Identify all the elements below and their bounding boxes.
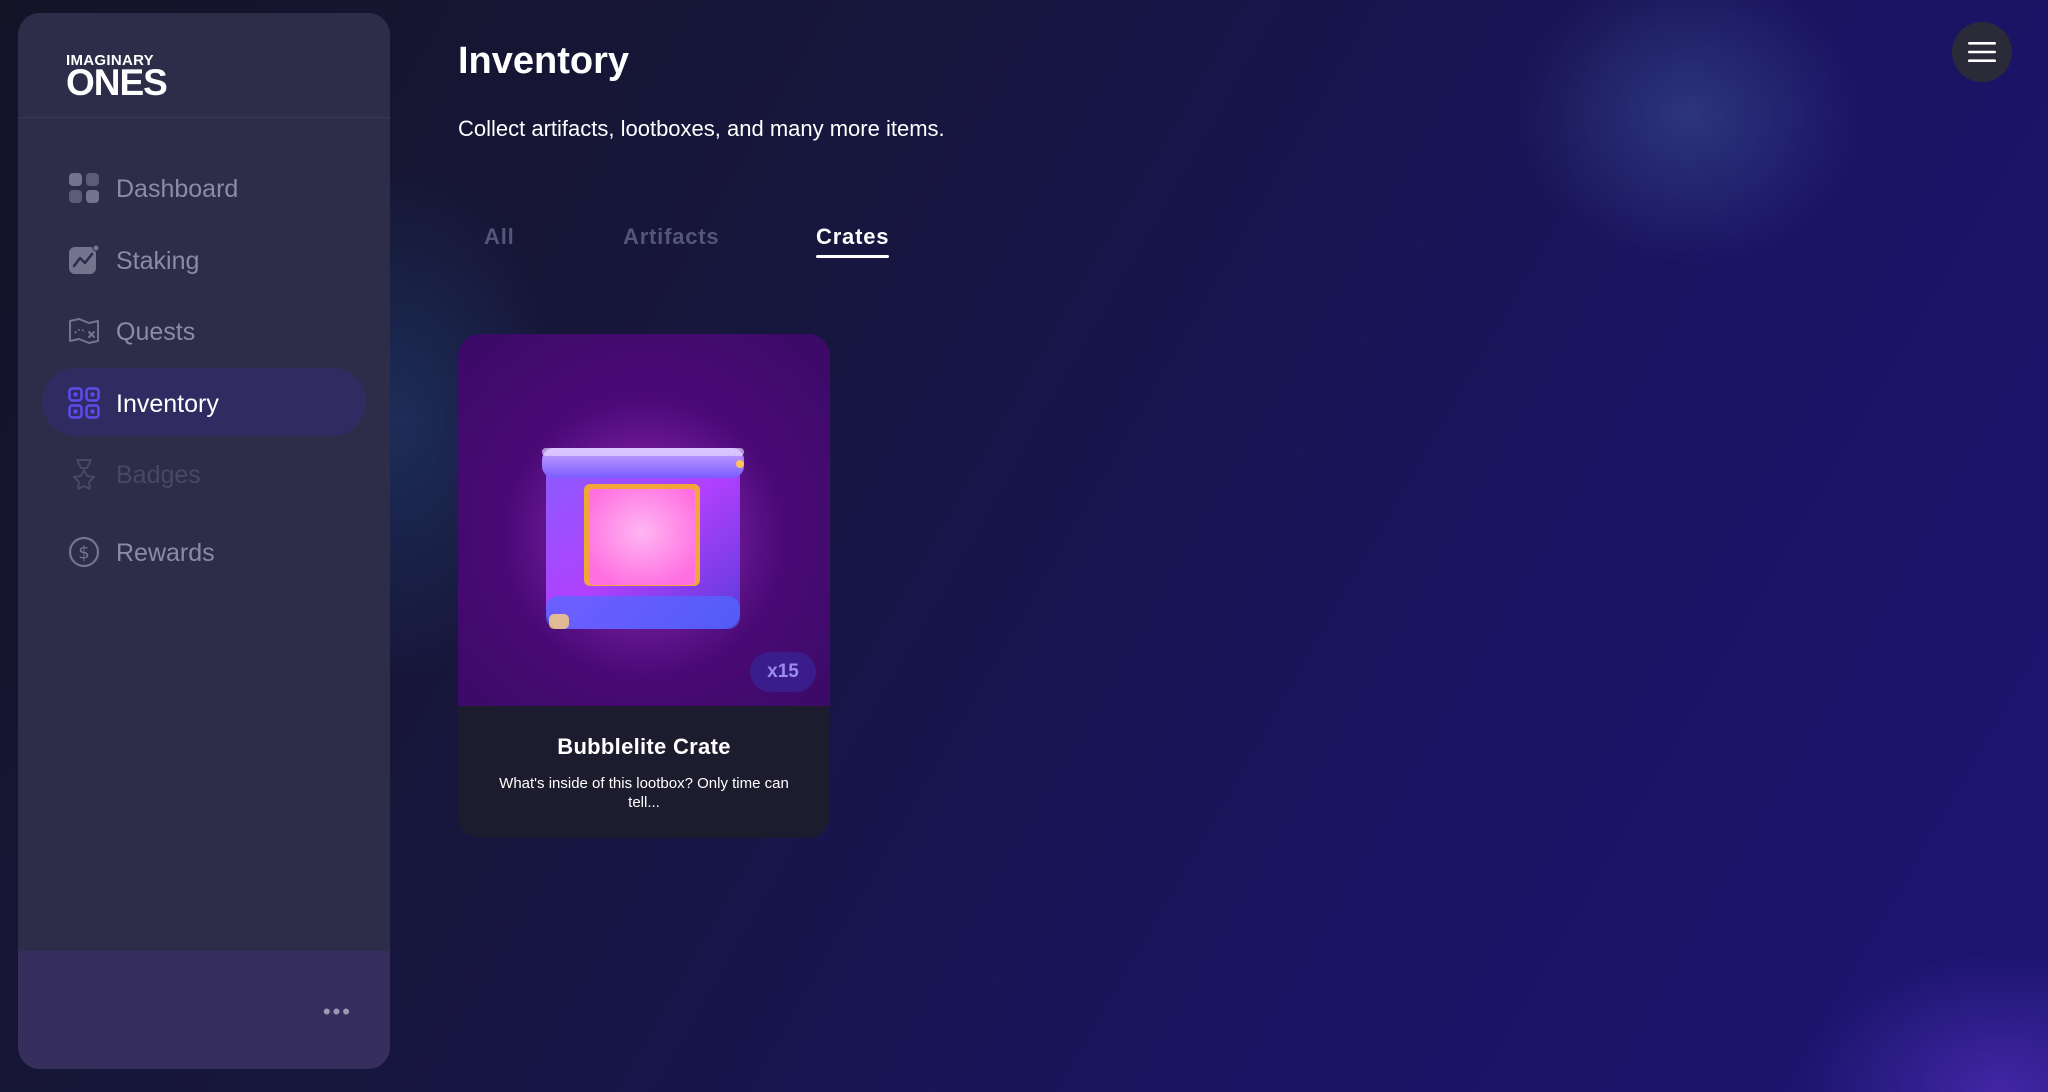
sidebar: IMAGINARY ONES Dashboard Staking Quests … [18,13,390,1069]
more-options-icon[interactable]: ••• [323,1001,352,1023]
rewards-icon: $ [68,536,100,568]
tab-crates-label: Crates [816,224,890,249]
svg-text:$: $ [78,543,89,564]
item-image: x15 [458,334,830,706]
item-card[interactable]: x15 Bubblelite Crate What's inside of th… [458,334,830,838]
sidebar-item-badges: Badges [42,439,366,507]
sidebar-item-staking[interactable]: Staking [42,225,366,293]
inventory-tabs: All Artifacts Crates [458,220,958,260]
sidebar-item-label: Rewards [116,539,215,567]
sidebar-item-label: Quests [116,318,196,346]
sidebar-item-label: Staking [116,246,200,275]
sidebar-item-rewards[interactable]: $ Rewards [42,517,366,585]
tab-active-underline [816,255,890,258]
tab-crates[interactable]: Crates [816,224,890,258]
page-subtitle: Collect artifacts, lootboxes, and many m… [458,116,945,141]
menu-button[interactable] [1952,22,2012,82]
item-name: Bubblelite Crate [557,734,731,759]
tab-artifacts[interactable]: Artifacts [623,224,719,250]
badges-icon [68,458,100,490]
inventory-icon [68,386,100,419]
imaginary-ones-logo[interactable]: IMAGINARY ONES [66,41,176,101]
sidebar-footer: ••• [18,951,390,1069]
sidebar-divider [18,117,390,118]
sidebar-item-quests[interactable]: Quests [42,296,366,364]
tab-all[interactable]: All [484,224,515,250]
item-description: What's inside of this lootbox? Only time… [499,775,789,811]
sidebar-item-dashboard[interactable]: Dashboard [42,153,366,221]
logo-line-2: ONES [66,62,168,103]
staking-icon [68,244,100,276]
hamburger-icon [1968,42,1996,62]
sidebar-nav: Dashboard Staking Quests Inventory Badge… [42,153,366,589]
quantity-badge: x15 [750,652,816,692]
quests-icon [68,315,100,347]
dashboard-icon [68,172,100,204]
sidebar-item-label: Inventory [116,389,219,418]
sidebar-item-inventory[interactable]: Inventory [42,367,366,436]
sidebar-item-label: Dashboard [116,175,239,203]
sidebar-item-label: Badges [116,461,201,489]
crate-icon [504,399,784,679]
page-title: Inventory [458,40,630,82]
